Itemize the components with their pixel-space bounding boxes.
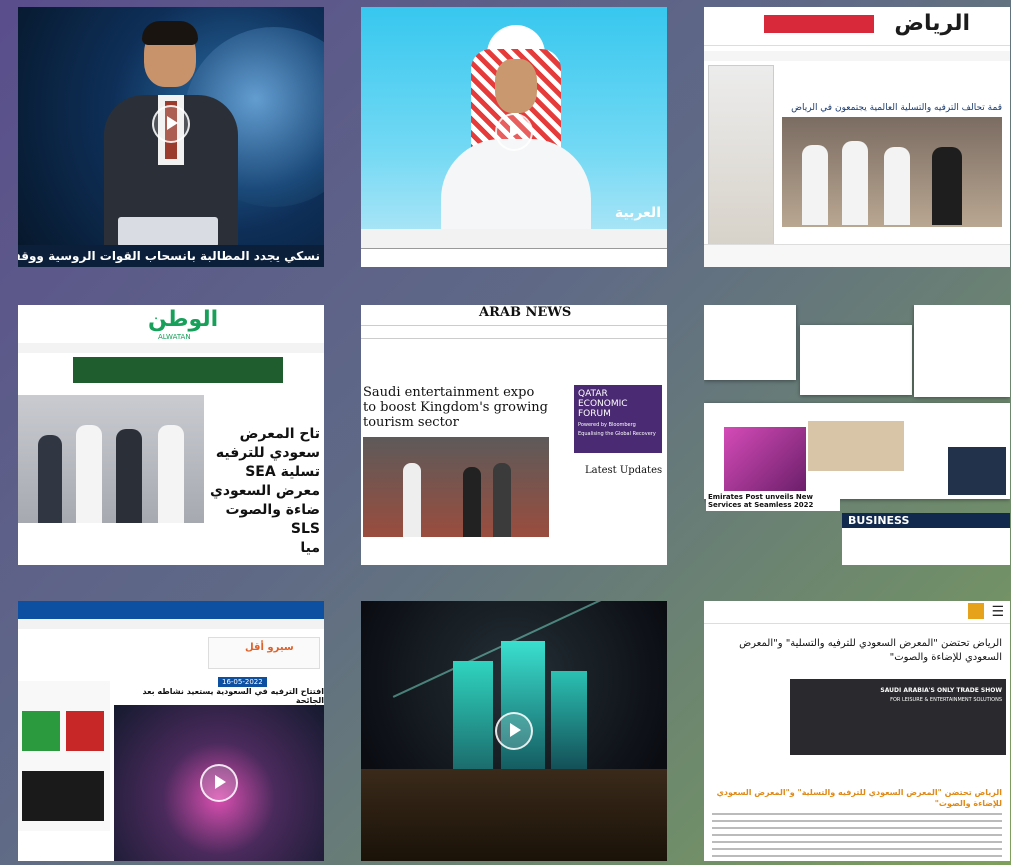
business-clipping: BUSINESS xyxy=(842,513,1010,565)
play-icon[interactable] xyxy=(200,764,238,802)
article-photo xyxy=(18,395,204,523)
nav-bar xyxy=(361,325,667,339)
sidebar-tickers xyxy=(18,681,110,831)
article-headline: قمة تحالف الترفيه والتسلية العالمية يجتم… xyxy=(791,103,1002,113)
ad-sub: Powered by Bloomberg xyxy=(578,422,636,428)
clipping-4 xyxy=(704,403,1010,499)
play-icon[interactable] xyxy=(495,112,533,151)
crowd-area xyxy=(361,769,667,861)
ad-text: سيرو أقل xyxy=(245,642,294,653)
screenshot-arabic-article[interactable]: ☰ الرياض تحتضن "المعرض السعودي للترفيه و… xyxy=(704,601,1010,861)
ad-box: سيرو أقل xyxy=(208,637,320,669)
building xyxy=(501,641,545,771)
article-photo xyxy=(782,117,1002,227)
clipping-3 xyxy=(914,305,1010,397)
market-ticker xyxy=(361,229,667,267)
nav-bar: ☰ xyxy=(704,601,1010,624)
channel-logo: العربية xyxy=(614,205,661,221)
site-logo xyxy=(968,603,984,619)
body-text xyxy=(712,813,1002,857)
article-photo xyxy=(363,437,549,537)
screenshot-arabic-business-site[interactable]: سيرو أقل 16-05-2022 افتتاح الترفيه في ال… xyxy=(18,601,324,861)
article-banner: افتتاح الترفيه في السعودية يستعيد نشاطه … xyxy=(142,687,324,705)
nav-bar xyxy=(18,619,324,629)
newspaper-cover xyxy=(708,65,774,247)
expo-sub: FOR LEISURE & ENTERTAINMENT SOLUTIONS xyxy=(890,697,1002,703)
ad-banner xyxy=(764,15,874,33)
article-headline: Saudi entertainment expo to boost Kingdo… xyxy=(363,385,548,430)
video-thumbnail-news-anchor[interactable]: نسكي يجدد المطالبة بانسحاب القوات الروسي… xyxy=(18,7,324,267)
news-ticker: نسكي يجدد المطالبة بانسحاب القوات الروسي… xyxy=(18,245,324,267)
building xyxy=(551,671,587,771)
play-icon[interactable] xyxy=(152,105,190,143)
menu-icon[interactable]: ☰ xyxy=(991,604,1004,620)
business-brand: BUSINESS xyxy=(842,513,1010,528)
clipping-1 xyxy=(704,305,796,380)
latest-updates-heading: Latest Updates xyxy=(585,465,663,476)
sub-headline: الرياض تحتضن "المعرض السعودي للترفيه وال… xyxy=(716,788,1002,808)
site-logo: الوطن xyxy=(148,307,219,332)
site-header xyxy=(18,601,324,619)
emirates-post-story: Emirates Post unveils New Services at Se… xyxy=(706,491,840,511)
site-logo: ARAB NEWS xyxy=(479,305,572,320)
video-frame[interactable] xyxy=(114,705,324,861)
footer-bar xyxy=(704,244,1010,267)
expo-title: SAUDI ARABIA'S ONLY TRADE SHOW xyxy=(880,687,1002,694)
qatar-forum-ad[interactable]: QATAR ECONOMIC FORUM Powered by Bloomber… xyxy=(574,385,662,453)
screenshot-alwatan-site[interactable]: الوطن ALWATAN تاح المعرض سعودي للترفيه ت… xyxy=(18,305,324,565)
ad-title: QATAR ECONOMIC FORUM xyxy=(578,389,628,419)
screenshot-arabnews-site[interactable]: ARAB NEWS Saudi entertainment expo to bo… xyxy=(361,305,667,565)
expo-banner: SAUDI ARABIA'S ONLY TRADE SHOW FOR LEISU… xyxy=(790,679,1006,755)
screenshot-business-collage[interactable]: Emirates Post unveils New Services at Se… xyxy=(704,305,1010,565)
screenshot-alriyadh-site[interactable]: الرياض قمة تحالف الترفيه والتسلية العالم… xyxy=(704,7,1010,267)
building xyxy=(453,661,493,771)
site-logo-sub: ALWATAN xyxy=(158,333,191,341)
video-thumbnail-presenter[interactable]: العربية xyxy=(361,7,667,267)
nav-bar xyxy=(704,51,1010,61)
site-header: الرياض xyxy=(704,7,1010,46)
ad-banner xyxy=(73,357,283,383)
play-icon[interactable] xyxy=(495,712,533,750)
article-headline: تاح المعرض سعودي للترفيه تسلية SEA معرض … xyxy=(210,426,320,556)
site-logo: الرياض xyxy=(894,11,970,36)
video-thumbnail-night-event[interactable] xyxy=(361,601,667,861)
clipping-2 xyxy=(800,325,912,395)
ad-tag: Equalising the Global Recovery xyxy=(578,431,656,437)
date-label: 16-05-2022 xyxy=(218,677,267,687)
nav-bar xyxy=(18,343,324,353)
laptop xyxy=(118,217,218,247)
article-headline: الرياض تحتضن "المعرض السعودي للترفيه وال… xyxy=(739,638,1002,663)
